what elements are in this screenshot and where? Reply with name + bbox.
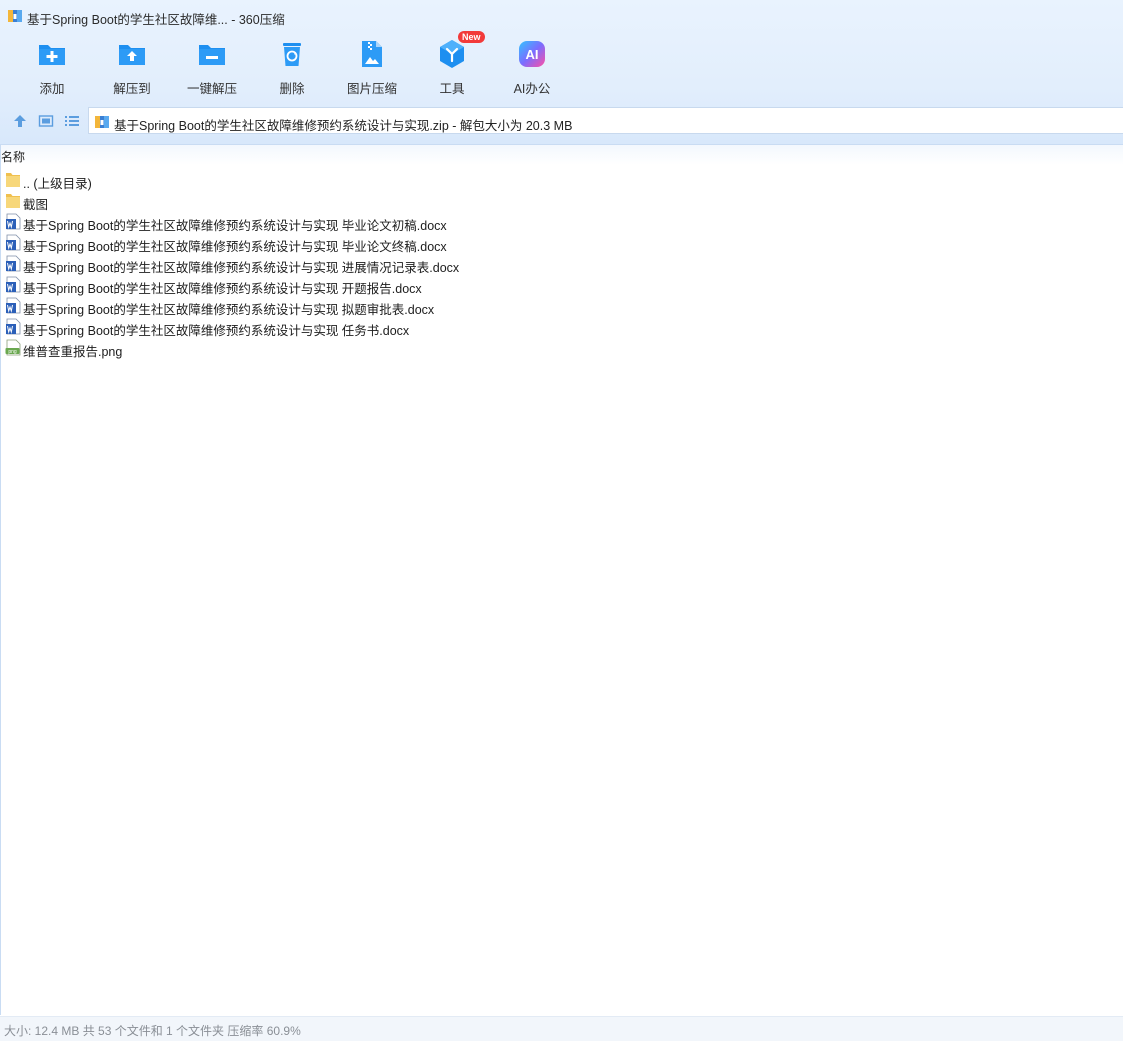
window-chrome: 基于Spring Boot的学生社区故障维... - 360压缩 添加 解压到 … bbox=[0, 0, 1123, 145]
word-document-icon bbox=[6, 234, 21, 251]
list-item-docx[interactable]: 基于Spring Boot的学生社区故障维修预约系统设计与实现 开题报告.doc… bbox=[1, 274, 601, 296]
word-document-icon bbox=[6, 276, 21, 293]
toolbar: 添加 解压到 一键解压 删除 图片压缩 New 工具 AI AI办公 bbox=[0, 31, 1123, 100]
file-list: 名称 .. (上级目录) 截图 基于Spring Boot的学生社区故障维修预约… bbox=[0, 145, 1123, 1015]
delete-label: 删除 bbox=[279, 82, 305, 96]
list-item-parent-directory[interactable]: .. (上级目录) bbox=[1, 169, 601, 191]
address-bar: 基于Spring Boot的学生社区故障维修预约系统设计与实现.zip - 解包… bbox=[0, 106, 1123, 136]
png-image-icon: png bbox=[5, 339, 21, 356]
address-field[interactable]: 基于Spring Boot的学生社区故障维修预约系统设计与实现.zip - 解包… bbox=[88, 107, 1123, 134]
list-item-docx[interactable]: 基于Spring Boot的学生社区故障维修预约系统设计与实现 毕业论文初稿.d… bbox=[1, 211, 601, 233]
view-list-icon[interactable] bbox=[64, 113, 80, 129]
window-title: 基于Spring Boot的学生社区故障维... - 360压缩 bbox=[27, 13, 285, 27]
file-name: 维普查重报告.png bbox=[23, 345, 123, 359]
word-document-icon bbox=[6, 213, 21, 230]
folder-icon bbox=[6, 194, 20, 208]
one-click-extract-button[interactable]: 一键解压 bbox=[172, 34, 252, 98]
ai-icon-text: AI bbox=[526, 47, 539, 62]
png-icon-text: png bbox=[8, 349, 17, 355]
delete-button[interactable]: 删除 bbox=[252, 34, 332, 98]
image-compress-label: 图片压缩 bbox=[346, 82, 397, 96]
list-item-docx[interactable]: 基于Spring Boot的学生社区故障维修预约系统设计与实现 拟题审批表.do… bbox=[1, 295, 601, 317]
tools-label: 工具 bbox=[439, 82, 465, 96]
list-item-docx[interactable]: 基于Spring Boot的学生社区故障维修预约系统设计与实现 进展情况记录表.… bbox=[1, 253, 601, 275]
zip-archive-icon bbox=[95, 116, 109, 128]
column-header-name[interactable]: 名称 bbox=[1, 148, 25, 165]
new-badge: New bbox=[458, 31, 485, 43]
one-click-extract-label: 一键解压 bbox=[186, 82, 237, 96]
image-compress-button[interactable]: 图片压缩 bbox=[332, 34, 412, 98]
address-path: 基于Spring Boot的学生社区故障维修预约系统设计与实现.zip - 解包… bbox=[114, 119, 573, 133]
ai-office-button[interactable]: AI AI办公 bbox=[492, 34, 572, 98]
ai-office-label: AI办公 bbox=[513, 82, 551, 96]
up-arrow-icon[interactable] bbox=[12, 113, 28, 129]
archive-app-icon bbox=[8, 10, 22, 22]
list-item-folder[interactable]: 截图 bbox=[1, 190, 601, 212]
status-text: 大小: 12.4 MB 共 53 个文件和 1 个文件夹 压缩率 60.9% bbox=[4, 1024, 301, 1038]
column-header: 名称 bbox=[1, 145, 1123, 165]
word-document-icon bbox=[6, 318, 21, 335]
ai-office-icon: AI bbox=[519, 41, 545, 67]
add-folder-icon bbox=[39, 45, 65, 65]
extract-to-button[interactable]: 解压到 bbox=[92, 34, 172, 98]
list-item-docx[interactable]: 基于Spring Boot的学生社区故障维修预约系统设计与实现 毕业论文终稿.d… bbox=[1, 232, 601, 254]
tools-button[interactable]: New 工具 bbox=[412, 31, 492, 98]
view-thumbnail-icon[interactable] bbox=[38, 113, 54, 129]
add-button[interactable]: 添加 bbox=[12, 34, 92, 98]
image-compress-icon bbox=[362, 41, 382, 67]
extract-to-label: 解压到 bbox=[113, 82, 151, 96]
recycle-bin-icon bbox=[283, 43, 301, 66]
title-bar[interactable]: 基于Spring Boot的学生社区故障维... - 360压缩 bbox=[0, 0, 1123, 32]
list-item-png[interactable]: png 维普查重报告.png bbox=[1, 337, 601, 359]
status-bar: 大小: 12.4 MB 共 53 个文件和 1 个文件夹 压缩率 60.9% bbox=[0, 1016, 1123, 1041]
app-window: 基于Spring Boot的学生社区故障维... - 360压缩 添加 解压到 … bbox=[0, 0, 1123, 1041]
folder-icon bbox=[6, 173, 20, 187]
word-document-icon bbox=[6, 297, 21, 314]
one-click-extract-icon bbox=[199, 45, 225, 65]
extract-to-icon bbox=[119, 45, 145, 65]
word-document-icon bbox=[6, 255, 21, 272]
list-item-docx[interactable]: 基于Spring Boot的学生社区故障维修预约系统设计与实现 任务书.docx bbox=[1, 316, 601, 338]
add-label: 添加 bbox=[39, 82, 65, 96]
